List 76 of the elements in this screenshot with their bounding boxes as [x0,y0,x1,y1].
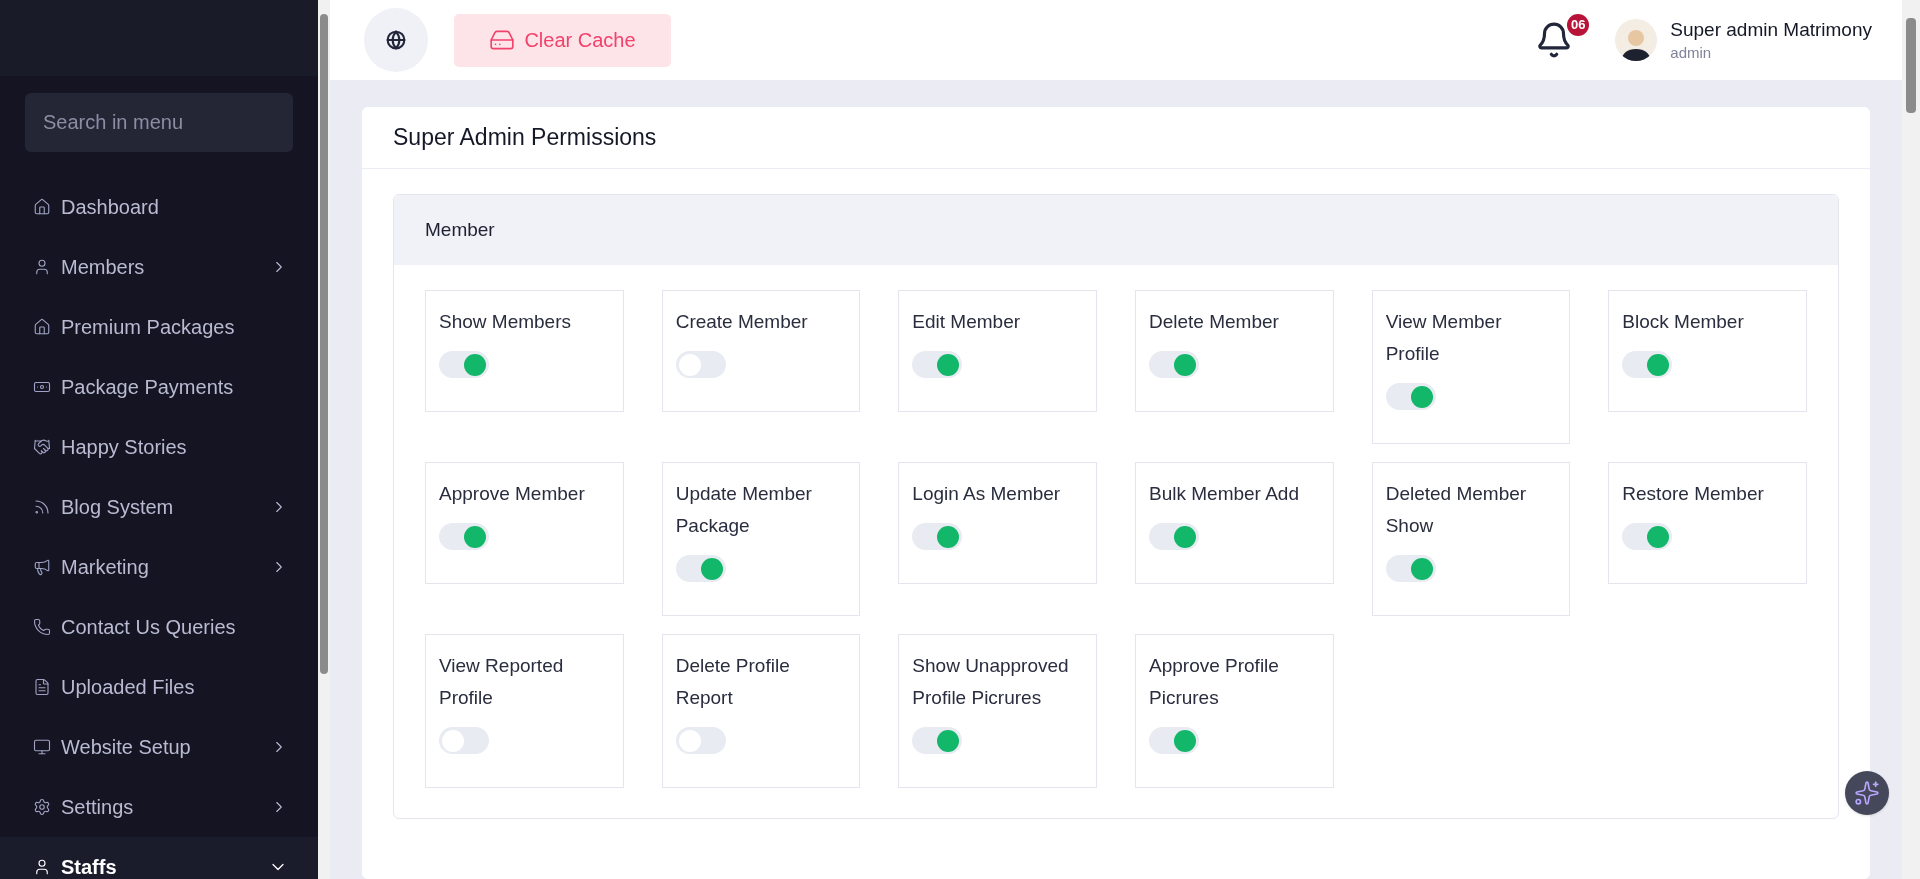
permission-label: Update Member Package [675,482,813,538]
sidebar-item[interactable]: Uploaded Files [0,657,318,717]
toggle-switch[interactable] [1149,727,1199,754]
permission-label: View Member Profile [1385,310,1503,366]
toggle-switch[interactable] [912,523,963,550]
page-scrollbar[interactable] [1902,0,1920,879]
toggle-switch[interactable] [1622,523,1673,550]
permission-label: Show Unapproved Profile Picrures [912,654,1070,710]
sidebar-item[interactable]: Members [0,237,318,297]
sidebar-item-label: Marketing [61,555,150,580]
section-title: Member [425,217,495,242]
house-icon [33,318,51,336]
user-icon [33,858,51,876]
monitor-icon [33,738,51,756]
toggle-switch[interactable] [1149,523,1199,550]
house-icon [33,198,51,216]
file-icon [33,678,51,696]
permission-label: Delete Member [1149,310,1280,334]
permission-label: Login As Member [912,482,1062,506]
sidebar-item[interactable]: Settings [0,777,318,837]
toggle-switch[interactable] [1149,351,1199,378]
megaphone-icon [33,558,51,576]
search-field[interactable]: Search in menu [25,93,293,152]
sidebar-item-label: Uploaded Files [61,675,196,700]
sidebar-item[interactable]: Happy Stories [0,417,318,477]
permission-label: Approve Profile Picrures [1149,654,1280,710]
permission-label: Restore Member [1622,482,1765,506]
toggle-switch[interactable] [439,523,489,550]
phone-icon [33,618,51,636]
toggle-switch[interactable] [912,351,963,378]
permission-label: Show Members [439,310,572,334]
sidebar-item-label: Website Setup [61,735,192,760]
permission-label: Create Member [675,310,809,334]
permission-label: Delete Profile Report [675,654,791,710]
sidebar-item-label: Package Payments [61,375,235,400]
permission-label: Approve Member [439,482,586,506]
handshake-icon [33,438,51,456]
user-icon [33,258,51,276]
permission-label: Block Member [1622,310,1745,334]
globe-icon [386,30,406,50]
permission-label: Bulk Member Add [1149,482,1300,506]
sidebar-item[interactable]: Staffs [0,837,318,879]
sidebar-item[interactable]: Premium Packages [0,297,318,357]
sidebar-scrollbar[interactable] [318,0,330,879]
toggle-switch[interactable] [675,555,726,582]
card-title: Super Admin Permissions [393,123,657,153]
sidebar-item[interactable]: Dashboard [0,177,318,237]
toggle-switch[interactable] [1385,555,1436,582]
sidebar-item[interactable]: Package Payments [0,357,318,417]
user-name: Super admin Matrimony [1670,18,1872,42]
avatar[interactable] [1615,19,1658,61]
toggle-switch[interactable] [439,351,489,378]
permission-label: View Reported Profile [439,654,565,710]
notification-button[interactable]: 06 [1535,14,1590,66]
settings-icon [33,798,51,816]
sidebar-item-label: Dashboard [61,195,160,220]
sparkle-icon [1854,780,1880,806]
permission-label: Deleted Member Show [1385,482,1528,538]
sidebar-item[interactable]: Website Setup [0,717,318,777]
sidebar-item-label: Settings [61,795,135,820]
sidebar-item-label: Happy Stories [61,435,188,460]
sidebar-item-label: Blog System [61,495,175,520]
user-role: admin [1670,43,1713,63]
sidebar-item-label: Members [61,255,146,280]
sidebar-item-label: Premium Packages [61,315,236,340]
toggle-switch[interactable] [1622,351,1673,378]
sidebar-item-label: Staffs [61,855,118,879]
sidebar-item-label: Contact Us Queries [61,615,237,640]
rss-icon [33,498,51,516]
toggle-switch[interactable] [1385,383,1436,410]
notification-badge: 06 [1567,14,1590,36]
toggle-switch[interactable] [912,727,963,754]
sidebar-item[interactable]: Contact Us Queries [0,597,318,657]
sidebar-item[interactable]: Blog System [0,477,318,537]
permission-label: Edit Member [912,310,1022,334]
sidebar-item[interactable]: Marketing [0,537,318,597]
